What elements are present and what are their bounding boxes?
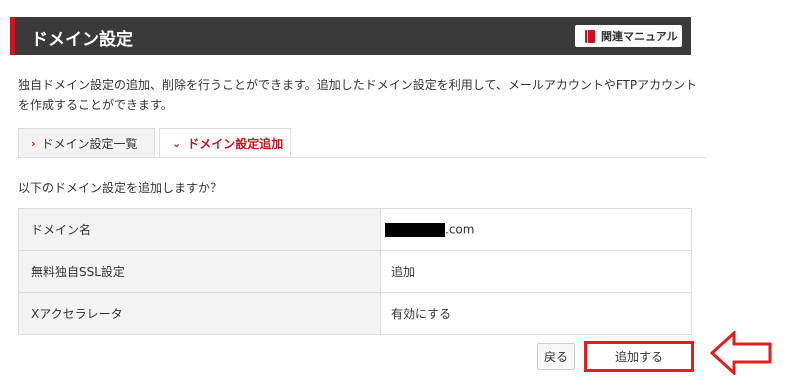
row-label: ドメイン名 (18, 208, 381, 251)
add-button[interactable]: 追加する (584, 341, 694, 372)
row-value: 追加 (380, 250, 692, 293)
tab-domain-list-label: ドメイン設定一覧 (41, 136, 138, 151)
back-button[interactable]: 戻る (537, 343, 575, 370)
table-row: Xアクセラレータ 有効にする (18, 292, 692, 335)
row-value-domain: .com (380, 208, 692, 251)
related-manual-button[interactable]: 関連マニュアル (575, 25, 682, 47)
redacted-block (385, 222, 445, 237)
chevron-down-icon: ⌄ (172, 136, 182, 150)
page-header: ドメイン設定 関連マニュアル (10, 17, 691, 55)
tab-domain-list[interactable]: › ドメイン設定一覧 (18, 128, 155, 157)
page-description: 独自ドメイン設定の追加、削除を行うことができます。追加したドメイン設定を利用して… (18, 78, 698, 112)
arrow-left-icon (710, 331, 772, 375)
tab-domain-add-label: ドメイン設定追加 (187, 136, 284, 151)
chevron-right-icon: › (31, 136, 36, 150)
row-label: 無料独自SSL設定 (18, 250, 381, 293)
row-label: Xアクセラレータ (18, 292, 381, 335)
table-row: 無料独自SSL設定 追加 (18, 250, 692, 293)
tab-divider (18, 157, 706, 158)
table-row: ドメイン名 .com (18, 208, 692, 251)
page-title: ドメイン設定 (31, 30, 133, 50)
confirm-message: 以下のドメイン設定を追加しますか？ (18, 181, 223, 195)
related-manual-label: 関連マニュアル (601, 30, 678, 43)
row-value: 有効にする (380, 292, 692, 335)
tab-domain-add[interactable]: ⌄ ドメイン設定追加 (159, 128, 291, 158)
book-icon (585, 29, 595, 43)
tab-bar: › ドメイン設定一覧 ⌄ ドメイン設定追加 (18, 128, 706, 158)
settings-table: ドメイン名 .com 無料独自SSL設定 追加 Xアクセラレータ 有効にする (18, 208, 692, 335)
domain-suffix: .com (445, 222, 475, 237)
